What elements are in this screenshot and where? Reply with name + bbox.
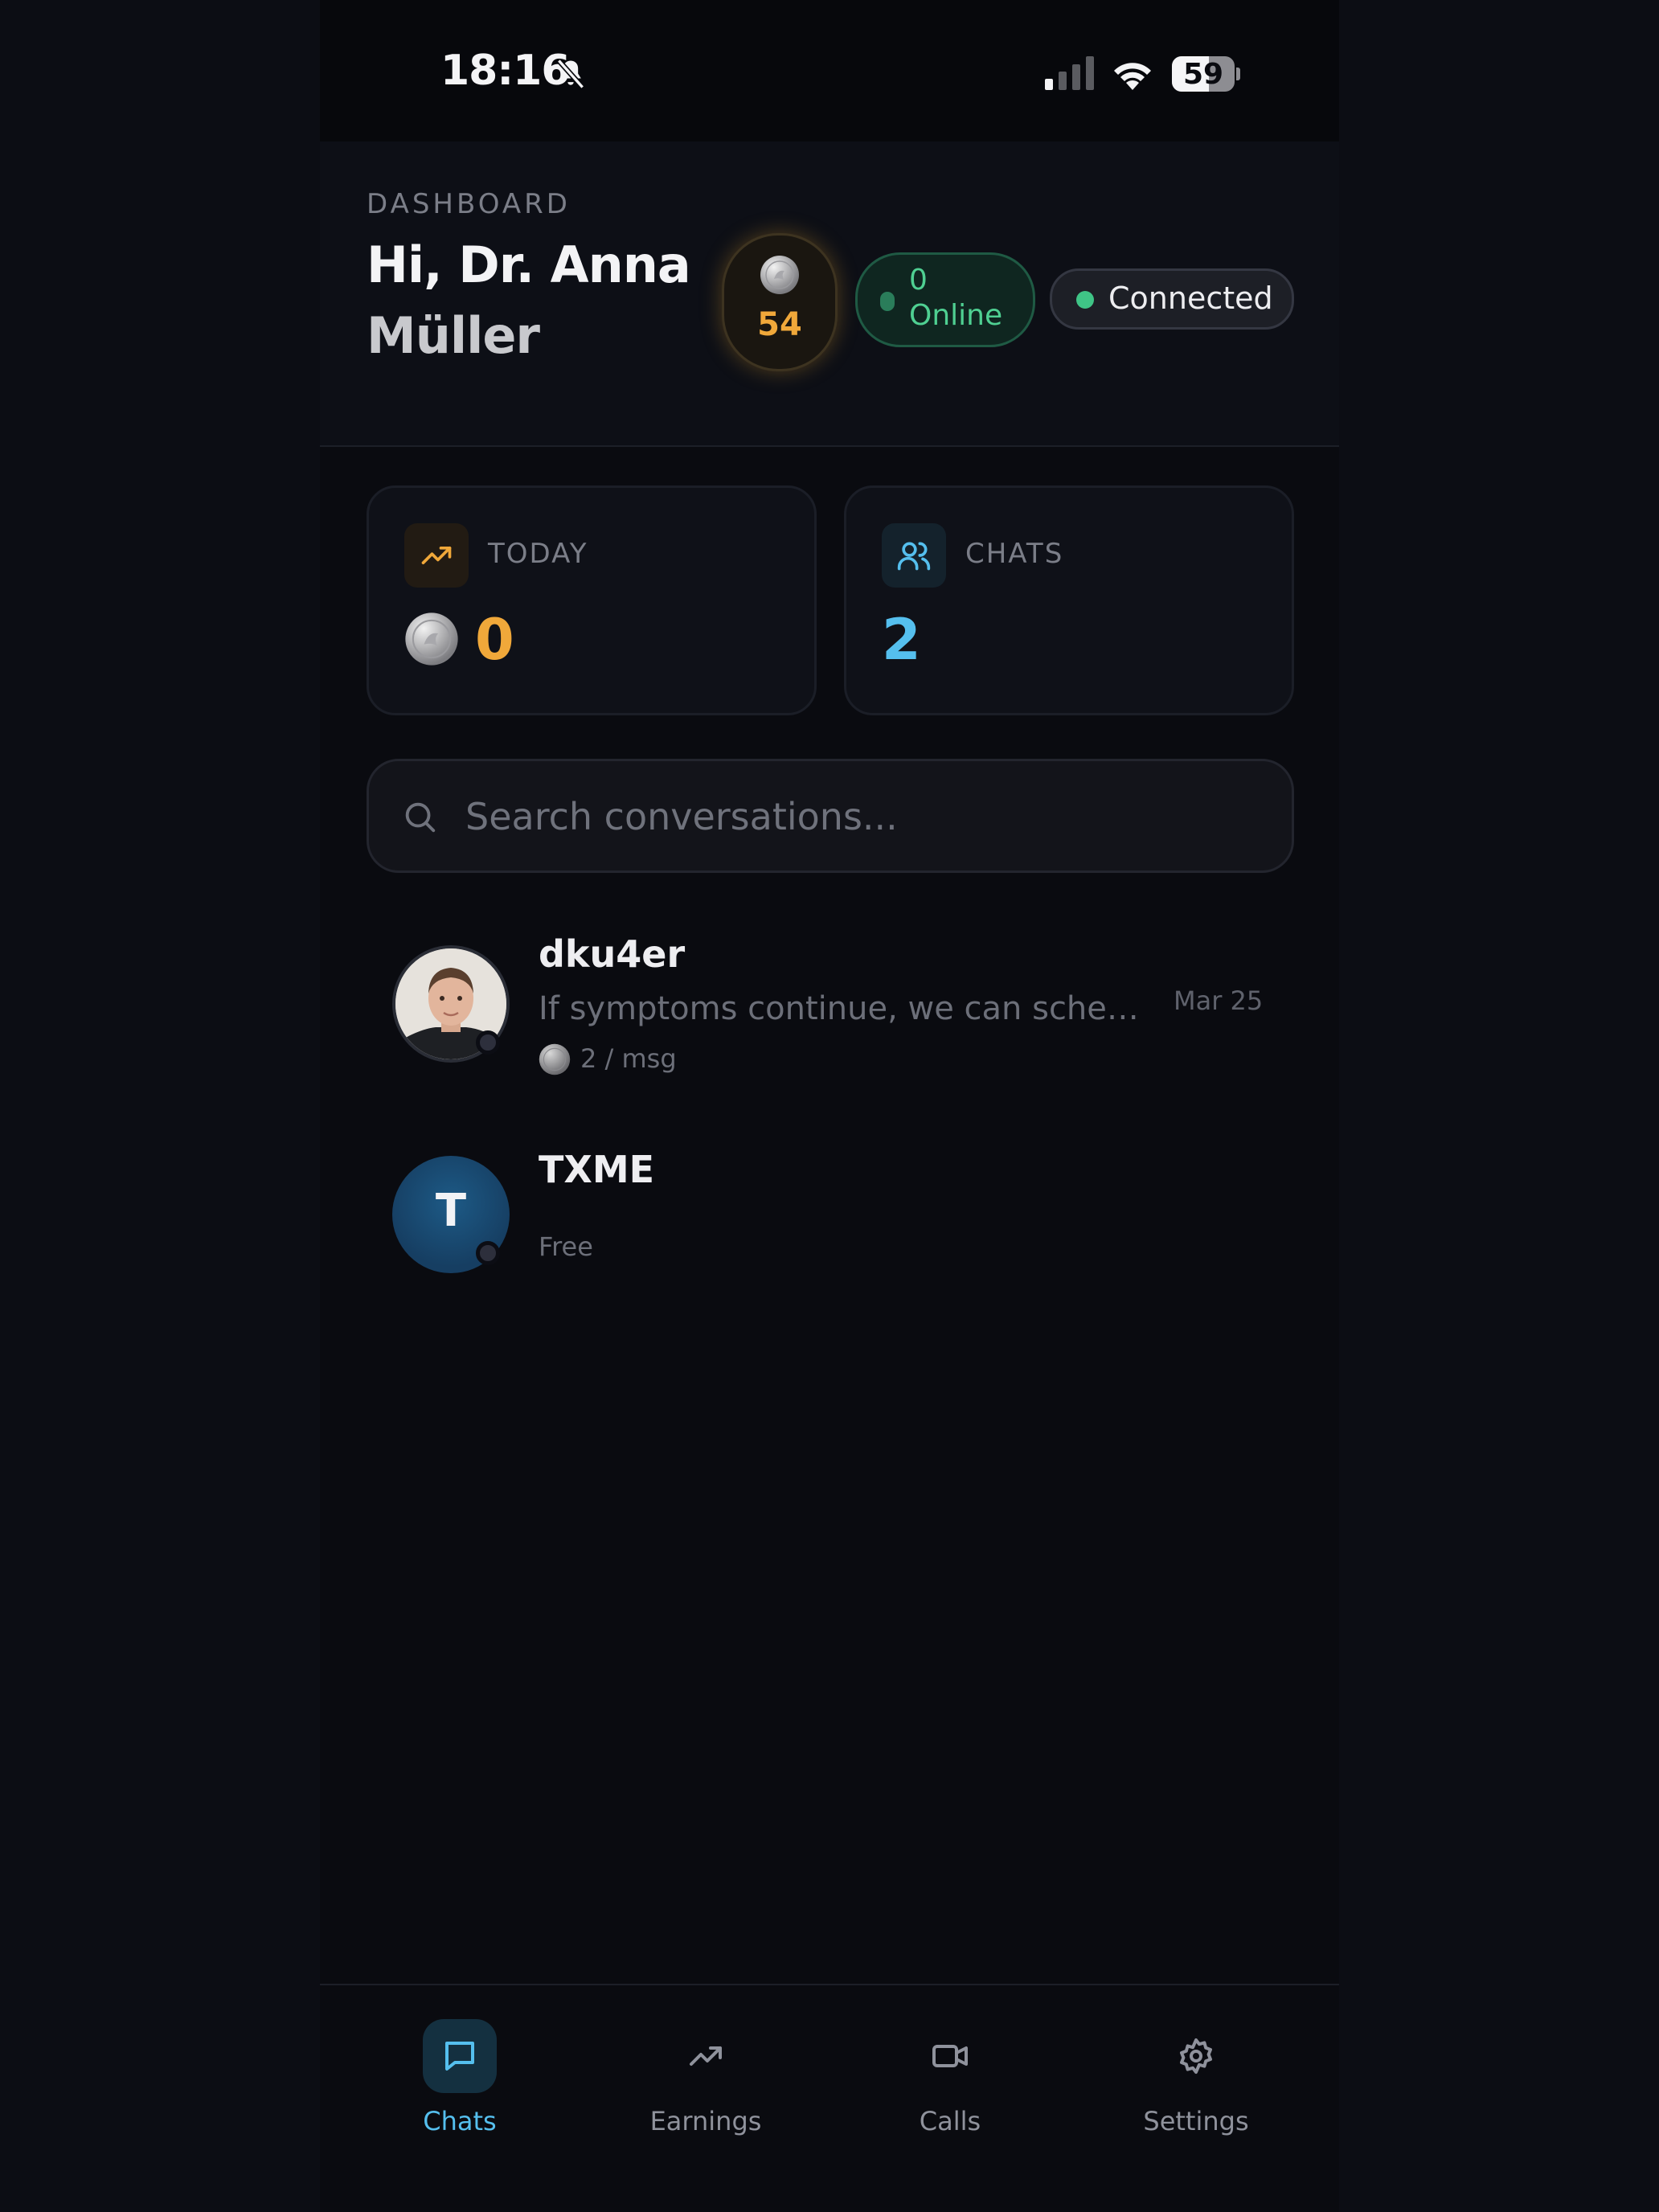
conversation-preview: If symptoms continue, we can schedul... — [539, 990, 1149, 1027]
trending-up-icon — [690, 2046, 722, 2066]
search-icon — [405, 802, 436, 833]
page-title: Hi, Dr. Anna Müller — [367, 230, 704, 371]
conversation-item[interactable]: dku4er If symptoms continue, we can sche… — [367, 926, 1289, 1095]
stat-card-chats[interactable]: CHATS 2 — [844, 485, 1294, 715]
search-bar[interactable] — [367, 759, 1294, 873]
online-label: Online — [909, 299, 1003, 332]
greeting-line-1: Hi, Dr. Anna — [367, 236, 691, 294]
video-camera-icon — [932, 2045, 968, 2067]
greeting-line-2: Müller — [367, 306, 540, 365]
conversation-item[interactable]: T TXME Free — [367, 1141, 1289, 1286]
stat-label-chats: CHATS — [965, 538, 1064, 570]
nav-item-settings[interactable]: Settings — [1116, 2003, 1276, 2148]
wifi-icon — [1114, 63, 1151, 90]
chat-bubble-icon — [445, 2042, 474, 2071]
coin-icon — [760, 256, 799, 294]
conversation-price: 2 / msg — [580, 1043, 677, 1074]
users-icon — [897, 542, 931, 571]
stat-card-today[interactable]: TODAY 0 — [367, 485, 817, 715]
connection-status-text: Connected — [1108, 281, 1273, 316]
conversation-name: TXME — [539, 1148, 655, 1191]
dashboard-header: DASHBOARD Hi, Dr. Anna Müller 54 0 Onlin… — [320, 141, 1339, 447]
bottom-navigation: Chats Earnings Calls Settings — [320, 1984, 1339, 2212]
online-dot — [880, 292, 895, 311]
avatar-initial: T — [435, 1185, 467, 1237]
battery-level: 59 — [1182, 58, 1224, 91]
connection-dot — [1076, 291, 1094, 309]
nav-label-chats: Chats — [423, 2106, 497, 2136]
conversation-price: Free — [539, 1231, 593, 1262]
connection-status-pill: Connected — [1050, 268, 1294, 330]
nav-label-calls: Calls — [919, 2106, 981, 2136]
battery-icon: 59 — [1172, 56, 1240, 92]
coin-icon — [405, 612, 458, 666]
stat-value-chats: 2 — [882, 607, 921, 673]
gear-icon — [1180, 2038, 1212, 2074]
nav-item-chats[interactable]: Chats — [379, 2003, 540, 2148]
trending-up-icon — [421, 547, 452, 564]
coin-balance-value: 54 — [757, 306, 802, 343]
nav-item-calls[interactable]: Calls — [870, 2003, 1030, 2148]
online-count: 0 — [909, 264, 928, 297]
status-bar: 18:16 59 — [320, 0, 1339, 141]
status-time: 18:16 — [440, 47, 571, 95]
offline-status-dot — [476, 1030, 500, 1055]
coin-icon — [539, 1043, 571, 1075]
bell-slash-icon — [556, 59, 585, 89]
nav-label-settings: Settings — [1143, 2106, 1249, 2136]
online-status-pill[interactable]: 0 Online — [855, 252, 1035, 347]
coin-balance-badge[interactable]: 54 — [722, 233, 838, 371]
app-screen: 18:16 59 DASHBOARD Hi, Dr. Anna Müller 5… — [320, 0, 1339, 2212]
conversation-date: Mar 25 — [1174, 985, 1264, 1016]
stat-label-today: TODAY — [488, 538, 588, 570]
cellular-signal-icon — [1045, 56, 1094, 90]
nav-item-earnings[interactable]: Earnings — [625, 2003, 786, 2148]
nav-label-earnings: Earnings — [649, 2106, 762, 2136]
offline-status-dot — [476, 1241, 500, 1265]
page-eyebrow: DASHBOARD — [367, 188, 571, 220]
stat-value-today: 0 — [475, 607, 514, 673]
conversation-name: dku4er — [539, 932, 686, 976]
search-input[interactable] — [464, 780, 1255, 853]
